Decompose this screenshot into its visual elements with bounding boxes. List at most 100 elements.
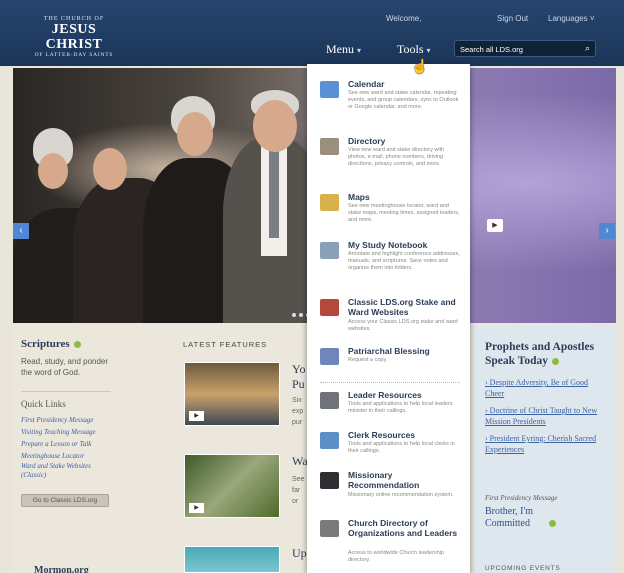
tools-item-title: Clerk Resources — [348, 430, 416, 440]
search-input[interactable] — [460, 43, 578, 55]
talk-link[interactable]: › Doctrine of Christ Taught to New Missi… — [485, 405, 605, 427]
nav-menu-label: Menu — [326, 42, 354, 56]
tools-item-desc: See new ward and stake calendar, repeati… — [348, 90, 459, 110]
tools-item-title: Directory — [348, 136, 386, 146]
carousel-dot[interactable] — [292, 313, 296, 317]
missionary-icon — [320, 472, 339, 489]
tools-item-title: Classic LDS.org Stake and Ward Websites — [348, 297, 456, 317]
organizations-directory-icon — [320, 520, 339, 537]
tools-item-desc: Request a copy. — [348, 357, 388, 363]
quick-link[interactable]: Prepare a Lesson or Talk — [21, 438, 133, 450]
leader-resources-icon — [320, 392, 339, 409]
tools-item-desc: Annotate and highlight conference addres… — [348, 251, 460, 271]
talk-link-label: Despite Adversity, Be of Good Cheer — [485, 378, 589, 398]
tools-item-title: Leader Resources — [348, 390, 422, 400]
menu-separator — [320, 382, 460, 383]
feature-text: far — [292, 487, 301, 494]
divider — [21, 391, 111, 392]
talk-link[interactable]: › President Eyring: Cherish Sacred Exper… — [485, 433, 605, 455]
languages-menu[interactable]: Languages ˅ — [548, 14, 595, 23]
site-header: THE CHURCH OF JESUS CHRIST OF LATTER-DAY… — [0, 0, 624, 66]
chevron-left-icon: ‹ — [19, 225, 23, 236]
hero-face — [177, 112, 213, 156]
chevron-down-icon: ▾ — [426, 46, 431, 55]
carousel-next-button[interactable]: › — [599, 223, 615, 239]
languages-label: Languages — [548, 14, 588, 23]
tools-item-desc: View new ward and stake directory with p… — [348, 147, 445, 167]
tools-item-title: Maps — [348, 192, 370, 202]
feature-text: Six — [292, 397, 302, 404]
logo-line-3: OF LATTER-DAY SAINTS — [34, 52, 114, 58]
tools-item-title: Church Directory of Organizations and Le… — [348, 518, 458, 538]
quick-link[interactable]: Meetinghouse Locator — [21, 450, 133, 462]
nav-tools[interactable]: Tools ▾ — [397, 42, 431, 57]
maps-icon — [320, 194, 339, 211]
hero-main-face — [253, 100, 297, 152]
latest-features-heading: LATEST FEATURES — [183, 340, 268, 349]
chevron-right-icon: › — [605, 225, 609, 236]
search-icon[interactable]: ⌕ — [585, 43, 590, 54]
feature-title[interactable]: Up — [292, 546, 307, 561]
quick-links-heading: Quick Links — [21, 399, 66, 409]
church-logo[interactable]: THE CHURCH OF JESUS CHRIST OF LATTER-DAY… — [24, 16, 124, 58]
tools-item-desc: Access your Classic LDS.org stake and wa… — [348, 319, 458, 332]
tools-item-title: Missionary Recommendation — [348, 470, 420, 490]
feature-title[interactable]: Wa — [292, 454, 308, 469]
feature-thumbnail[interactable]: ▶ — [184, 454, 280, 518]
arrow-circle-icon — [549, 520, 556, 528]
upcoming-events-heading: UPCOMING EVENTS — [485, 565, 561, 572]
directory-icon — [320, 138, 339, 155]
tools-item-desc: Tools and applications to help local lea… — [348, 401, 453, 414]
play-icon: ▶ — [189, 411, 204, 421]
welcome-text: Welcome, — [386, 14, 422, 23]
chevron-down-icon: ˅ — [589, 14, 595, 23]
notebook-icon — [320, 242, 339, 259]
mouse-cursor-icon: ☝ — [411, 58, 429, 74]
hero-face — [38, 153, 68, 189]
tools-dropdown: Calendar See new ward and stake calendar… — [307, 64, 470, 573]
play-icon: ▶ — [189, 503, 204, 513]
quick-links-list: First Presidency Message Visiting Teachi… — [21, 414, 133, 480]
nav-menu[interactable]: Menu ▾ — [326, 42, 361, 57]
calendar-icon — [320, 81, 339, 98]
talk-link[interactable]: › Despite Adversity, Be of Good Cheer — [485, 377, 605, 399]
classic-lds-button[interactable]: Go to Classic LDS.org — [21, 494, 109, 507]
scriptures-title: Scriptures — [21, 338, 70, 350]
clerk-resources-icon — [320, 432, 339, 449]
sign-out-link[interactable]: Sign Out — [497, 14, 528, 23]
chevron-down-icon: ▾ — [357, 46, 362, 55]
feature-title[interactable]: Yo — [292, 362, 305, 377]
feature-title[interactable]: Pu — [292, 377, 305, 392]
feature-text: or — [292, 498, 299, 505]
fp-title-text: Brother, I'm Committed — [485, 506, 534, 529]
prophets-links: › Despite Adversity, Be of Good Cheer › … — [485, 377, 605, 461]
tools-item-title: My Study Notebook — [348, 240, 428, 250]
feature-text: exp — [292, 408, 304, 415]
tools-item-desc: Missionary online recommendation system. — [348, 492, 454, 498]
scriptures-heading[interactable]: Scriptures — [21, 338, 133, 350]
first-presidency-label: First Presidency Message — [485, 494, 558, 502]
talk-link-label: Doctrine of Christ Taught to New Mission… — [485, 406, 598, 426]
church-building-icon — [320, 299, 339, 316]
tools-item-title: Calendar — [348, 79, 385, 89]
feature-text: See — [292, 476, 305, 483]
first-presidency-title[interactable]: Brother, I'm Committed — [485, 506, 556, 530]
mormon-org-heading[interactable]: Mormon.org — [34, 565, 89, 573]
scriptures-description: Read, study, and ponder the word of God. — [21, 357, 109, 377]
talk-link-label: President Eyring: Cherish Sacred Experie… — [485, 434, 597, 454]
nav-tools-label: Tools — [397, 42, 424, 56]
search-box: ⌕ — [454, 40, 596, 57]
quick-link[interactable]: Visiting Teaching Message — [21, 426, 133, 438]
feature-thumbnail[interactable] — [184, 546, 280, 573]
arrow-circle-icon — [551, 357, 559, 365]
quick-link[interactable]: Ward and Stake Websites (Classic) — [21, 462, 111, 480]
carousel-dot[interactable] — [299, 313, 303, 317]
prophets-heading[interactable]: Prophets and Apostles Speak Today — [485, 340, 605, 368]
hero-play-button[interactable]: ▶ — [487, 219, 503, 232]
tools-item-title: Patriarchal Blessing — [348, 346, 430, 356]
prophets-title: Prophets and Apostles Speak Today — [485, 341, 595, 367]
feature-thumbnail[interactable]: ▶ — [184, 362, 280, 426]
hero-tie — [269, 148, 279, 238]
quick-link[interactable]: First Presidency Message — [21, 414, 133, 426]
carousel-prev-button[interactable]: ‹ — [13, 223, 29, 239]
